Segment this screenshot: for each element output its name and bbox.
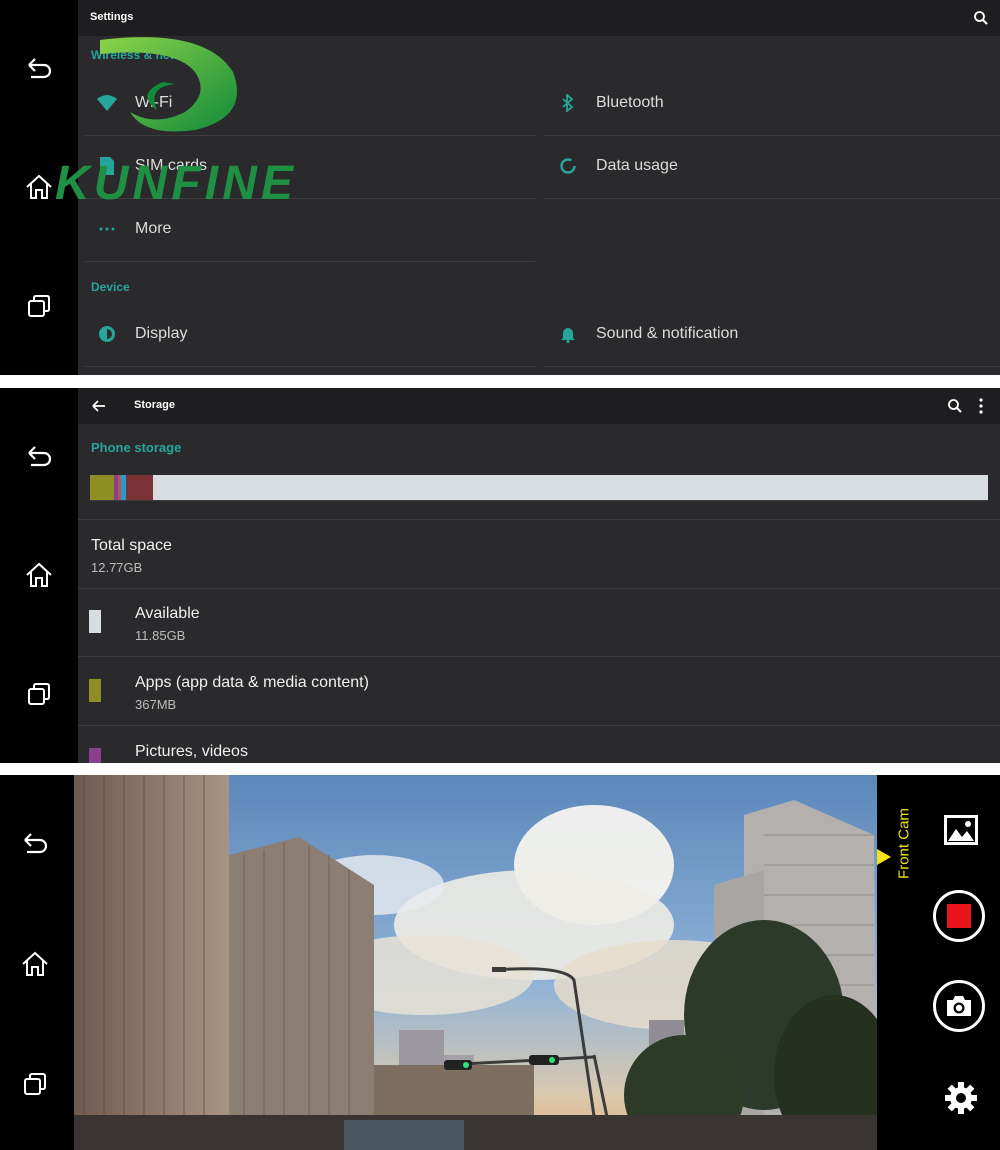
color-swatch	[89, 679, 101, 702]
storage-panel: Storage Phone storage Total space 12.77G…	[0, 388, 1000, 763]
bell-icon	[558, 324, 578, 344]
setting-bluetooth[interactable]: Bluetooth	[545, 73, 1000, 136]
storage-row-available[interactable]: Available 11.85GB	[78, 588, 1000, 657]
settings-panel: Settings Wireless & networks Wi-Fi SIM c…	[0, 0, 1000, 375]
storage-row-title: Apps (app data & media content)	[135, 674, 369, 691]
recents-icon	[28, 683, 50, 705]
storage-row-pictures-videos[interactable]: Pictures, videos	[78, 726, 1000, 763]
search-button[interactable]	[972, 9, 990, 27]
recents-button[interactable]	[20, 675, 58, 713]
search-icon	[974, 11, 988, 25]
recents-button[interactable]	[20, 287, 58, 325]
nav-bar	[0, 775, 74, 1150]
back-button[interactable]	[20, 438, 58, 476]
page-title: Storage	[134, 399, 175, 411]
front-cam-label: Front Cam	[895, 808, 913, 879]
section-phone-storage: Phone storage	[91, 440, 182, 455]
color-swatch	[89, 610, 101, 633]
bluetooth-icon	[558, 93, 578, 113]
setting-display[interactable]: Display	[84, 304, 535, 367]
home-icon	[26, 562, 52, 587]
overflow-menu-button[interactable]	[972, 397, 990, 415]
setting-label: More	[135, 220, 172, 237]
more-dots-icon	[97, 219, 117, 239]
recents-button[interactable]	[16, 1065, 54, 1103]
recents-icon	[24, 1073, 46, 1095]
logo-text: KUNFINE	[55, 157, 295, 207]
search-icon	[948, 399, 962, 413]
gear-icon	[945, 1082, 977, 1114]
setting-data-usage[interactable]: Data usage	[545, 136, 1000, 199]
camera-icon	[947, 996, 971, 1016]
arrow-left-icon	[92, 400, 105, 412]
storage-row-value: 367MB	[135, 697, 177, 712]
back-button[interactable]	[16, 825, 54, 863]
search-button[interactable]	[946, 397, 964, 415]
more-vert-icon	[979, 398, 983, 414]
brightness-icon	[97, 324, 117, 344]
setting-more[interactable]: More	[84, 199, 535, 262]
camera-controls: Front Cam	[877, 775, 1000, 1150]
storage-row-title: Pictures, videos	[135, 743, 248, 760]
triangle-pointer-icon	[877, 849, 891, 865]
storage-app-bar: Storage	[78, 388, 1000, 424]
home-icon	[22, 951, 48, 976]
setting-label: Display	[135, 325, 188, 342]
storage-bar-segment	[90, 475, 115, 500]
home-button[interactable]	[20, 556, 58, 594]
home-button[interactable]	[16, 945, 54, 983]
back-icon	[24, 833, 48, 854]
gallery-button[interactable]	[944, 815, 978, 845]
gallery-icon	[944, 815, 978, 845]
snapshot-button[interactable]	[933, 980, 985, 1032]
total-space-row[interactable]: Total space 12.77GB	[78, 519, 1000, 589]
page-title: Settings	[90, 11, 134, 23]
front-cam-indicator[interactable]: Front Cam	[877, 795, 917, 905]
color-swatch	[89, 748, 101, 763]
settings-app-bar: Settings	[78, 0, 1000, 36]
record-stop-icon	[947, 904, 971, 928]
nav-bar	[0, 388, 78, 763]
data-usage-icon	[558, 156, 578, 176]
storage-row-value: 11.85GB	[135, 628, 186, 643]
record-button[interactable]	[933, 890, 985, 942]
storage-row-title: Available	[135, 605, 200, 622]
storage-bar-segment	[125, 475, 153, 500]
back-icon	[28, 446, 52, 467]
storage-row-apps[interactable]: Apps (app data & media content) 367MB	[78, 657, 1000, 726]
setting-label: Sound & notification	[596, 325, 739, 342]
kunfine-logo: KUNFINE	[55, 37, 295, 207]
camera-panel: Front Cam	[0, 775, 1000, 1150]
total-space-label: Total space	[91, 537, 172, 554]
setting-sound-notification[interactable]: Sound & notification	[545, 304, 1000, 367]
setting-label: Data usage	[596, 157, 678, 174]
camera-settings-button[interactable]	[943, 1080, 979, 1116]
recents-icon	[28, 295, 50, 317]
setting-label: Bluetooth	[596, 94, 664, 111]
up-button[interactable]	[90, 397, 108, 415]
storage-screen: Storage Phone storage Total space 12.77G…	[78, 388, 1000, 763]
storage-usage-bar	[90, 475, 988, 501]
section-device: Device	[91, 280, 130, 294]
total-space-value: 12.77GB	[91, 560, 143, 575]
storage-bar-segment	[152, 475, 988, 500]
camera-preview	[74, 775, 877, 1150]
